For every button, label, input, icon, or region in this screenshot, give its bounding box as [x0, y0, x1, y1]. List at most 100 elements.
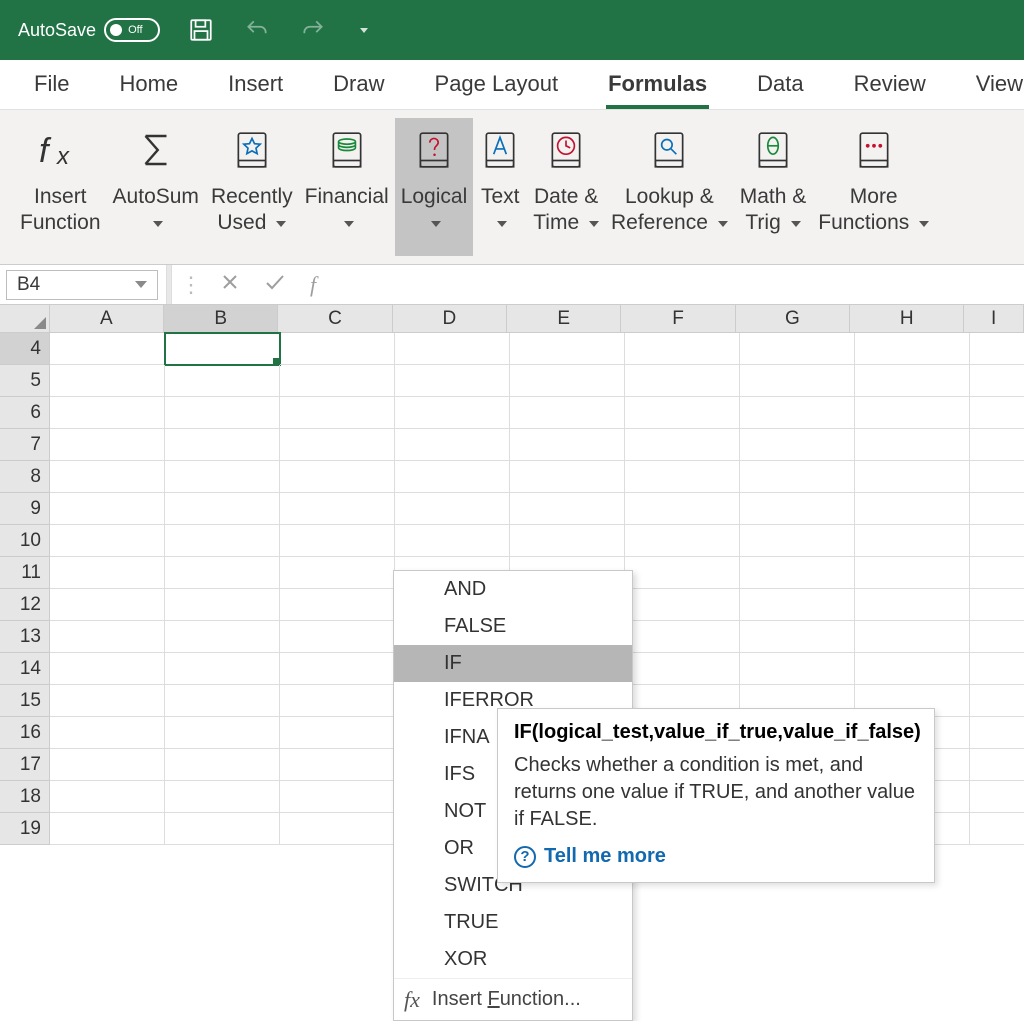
- cell[interactable]: [395, 333, 510, 365]
- cell[interactable]: [50, 525, 165, 557]
- cell[interactable]: [740, 429, 855, 461]
- tab-page-layout[interactable]: Page Layout: [435, 71, 559, 109]
- cell[interactable]: [280, 621, 395, 653]
- col-header-D[interactable]: D: [393, 305, 507, 332]
- cell[interactable]: [855, 557, 970, 589]
- cell[interactable]: [165, 589, 280, 621]
- cell[interactable]: [280, 781, 395, 813]
- tab-formulas[interactable]: Formulas: [608, 71, 707, 109]
- cell[interactable]: [855, 493, 970, 525]
- cell[interactable]: [625, 333, 740, 365]
- cell[interactable]: [50, 653, 165, 685]
- cell[interactable]: [50, 493, 165, 525]
- cell[interactable]: [970, 813, 1024, 845]
- cell[interactable]: [855, 653, 970, 685]
- cell[interactable]: [970, 333, 1024, 365]
- cell[interactable]: [510, 493, 625, 525]
- cell[interactable]: [740, 525, 855, 557]
- cell[interactable]: [50, 621, 165, 653]
- cell[interactable]: [510, 429, 625, 461]
- insert-function-item[interactable]: fxInsert Function...: [394, 978, 632, 1020]
- row-header-12[interactable]: 12: [0, 589, 50, 621]
- financial-button[interactable]: Financial: [299, 118, 395, 256]
- cell[interactable]: [165, 365, 280, 397]
- cell[interactable]: [510, 365, 625, 397]
- row-header-7[interactable]: 7: [0, 429, 50, 461]
- cell[interactable]: [50, 365, 165, 397]
- cell[interactable]: [625, 461, 740, 493]
- dropdown-item-if[interactable]: IF: [394, 645, 632, 682]
- cell[interactable]: [50, 685, 165, 717]
- cell[interactable]: [280, 589, 395, 621]
- math-trig-button[interactable]: Math & Trig: [734, 118, 813, 256]
- cell[interactable]: [625, 525, 740, 557]
- cell[interactable]: [165, 333, 280, 365]
- recently-used-button[interactable]: Recently Used: [205, 118, 299, 256]
- cell[interactable]: [625, 365, 740, 397]
- cell[interactable]: [970, 557, 1024, 589]
- cell[interactable]: [50, 749, 165, 781]
- dropdown-item-false[interactable]: FALSE: [394, 608, 632, 645]
- cell[interactable]: [625, 397, 740, 429]
- cell[interactable]: [510, 461, 625, 493]
- cell[interactable]: [970, 461, 1024, 493]
- undo-icon[interactable]: [242, 15, 272, 45]
- cell[interactable]: [280, 749, 395, 781]
- cell[interactable]: [165, 813, 280, 845]
- redo-icon[interactable]: [298, 15, 328, 45]
- cell[interactable]: [165, 685, 280, 717]
- row-header-10[interactable]: 10: [0, 525, 50, 557]
- cell[interactable]: [625, 589, 740, 621]
- cell[interactable]: [970, 429, 1024, 461]
- col-header-I[interactable]: I: [964, 305, 1024, 332]
- cell[interactable]: [165, 429, 280, 461]
- cell[interactable]: [50, 717, 165, 749]
- cell[interactable]: [50, 397, 165, 429]
- tab-home[interactable]: Home: [119, 71, 178, 109]
- row-header-18[interactable]: 18: [0, 781, 50, 813]
- cell[interactable]: [855, 589, 970, 621]
- row-header-6[interactable]: 6: [0, 397, 50, 429]
- autosum-button[interactable]: AutoSum: [107, 118, 205, 256]
- cell[interactable]: [395, 461, 510, 493]
- text-button[interactable]: Text: [473, 118, 527, 256]
- cell[interactable]: [740, 589, 855, 621]
- cell[interactable]: [740, 397, 855, 429]
- cell[interactable]: [740, 621, 855, 653]
- cell[interactable]: [165, 653, 280, 685]
- tell-me-more-link[interactable]: ? Tell me more: [514, 845, 918, 868]
- fx-icon[interactable]: f: [310, 272, 316, 298]
- cell[interactable]: [510, 525, 625, 557]
- cell[interactable]: [625, 621, 740, 653]
- row-header-14[interactable]: 14: [0, 653, 50, 685]
- cell[interactable]: [280, 333, 395, 365]
- cell[interactable]: [280, 557, 395, 589]
- autosave-toggle[interactable]: AutoSave Off: [18, 18, 160, 42]
- cell[interactable]: [855, 621, 970, 653]
- cell[interactable]: [50, 813, 165, 845]
- cell[interactable]: [50, 589, 165, 621]
- row-header-16[interactable]: 16: [0, 717, 50, 749]
- cell[interactable]: [855, 365, 970, 397]
- cell[interactable]: [165, 557, 280, 589]
- cell[interactable]: [50, 461, 165, 493]
- col-header-A[interactable]: A: [50, 305, 164, 332]
- cell[interactable]: [740, 557, 855, 589]
- cell[interactable]: [280, 365, 395, 397]
- row-header-9[interactable]: 9: [0, 493, 50, 525]
- select-all-corner[interactable]: [0, 305, 50, 332]
- cell[interactable]: [855, 429, 970, 461]
- col-header-H[interactable]: H: [850, 305, 964, 332]
- cell[interactable]: [395, 429, 510, 461]
- cell[interactable]: [280, 493, 395, 525]
- row-header-8[interactable]: 8: [0, 461, 50, 493]
- dropdown-item-xor[interactable]: XOR: [394, 941, 632, 978]
- confirm-icon[interactable]: [264, 272, 286, 297]
- cell[interactable]: [280, 813, 395, 845]
- cell[interactable]: [740, 653, 855, 685]
- cell[interactable]: [970, 493, 1024, 525]
- row-header-19[interactable]: 19: [0, 813, 50, 845]
- cell[interactable]: [970, 717, 1024, 749]
- cell[interactable]: [50, 557, 165, 589]
- cell[interactable]: [280, 397, 395, 429]
